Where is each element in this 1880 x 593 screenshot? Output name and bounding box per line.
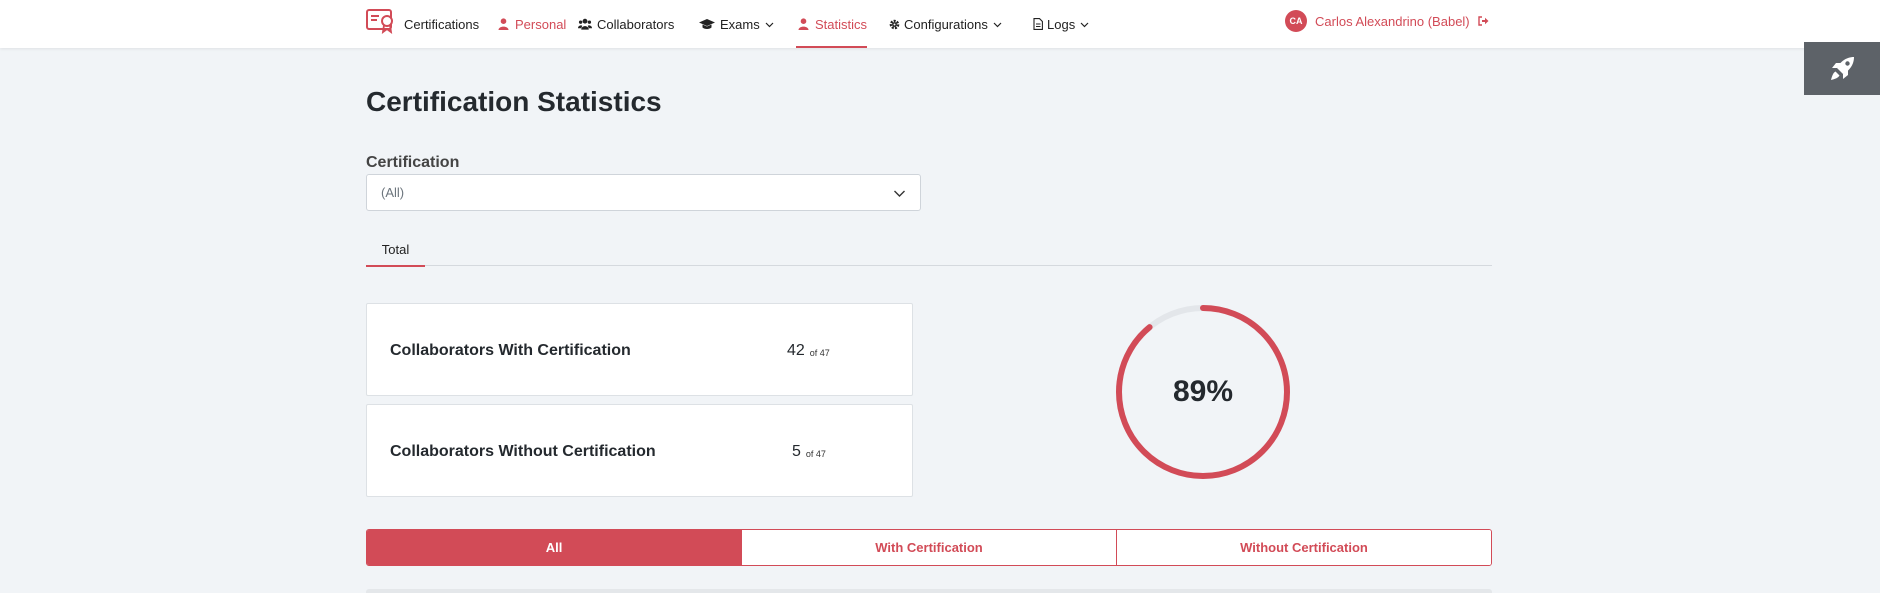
user-icon [496,17,510,31]
nav-label: Personal [515,16,567,32]
graduation-cap-icon [699,17,715,31]
stat-value: 5 of 47 [792,405,922,498]
chevron-down-icon [765,20,774,29]
nav-exams[interactable]: Exams [699,0,774,48]
nav-label: Exams [720,16,760,32]
nav-logs[interactable]: Logs [1032,0,1089,48]
chevron-down-icon [993,20,1002,29]
tab-total[interactable]: Total [366,233,425,267]
certificate-logo-icon[interactable] [366,8,396,34]
rocket-icon [1831,56,1854,80]
nav-label: Configurations [904,16,988,32]
stat-label: Collaborators Without Certification [390,442,656,460]
user-icon [796,17,810,31]
rocket-button[interactable] [1804,42,1880,95]
filter-without-certification-button[interactable]: Without Certification [1116,530,1491,565]
stat-total: of 47 [805,448,826,459]
tabs: Total [366,233,1492,267]
chevron-down-icon [1080,20,1089,29]
nav-personal[interactable]: Personal [496,0,566,48]
chevron-down-icon [894,190,905,197]
certification-label: Certification [366,154,460,171]
nav-configurations[interactable]: Configurations [888,0,1002,48]
stat-number: 5 [792,442,801,460]
gauge-percent: 89% [1172,375,1234,408]
stat-total: of 47 [809,347,830,358]
certification-select-value: (All) [381,185,405,200]
page-title: Certification Statistics [366,86,662,117]
nav-collaborators[interactable]: Collaborators [578,0,674,48]
nav-label: Certifications [404,16,480,32]
certification-select[interactable]: (All) [366,174,921,211]
stat-card-without-certification: Collaborators Without Certification 5 of… [366,404,913,497]
stat-card-with-certification: Collaborators With Certification 42 of 4… [366,303,913,396]
tab-label: Total [381,242,410,257]
top-navbar: Certifications Personal Collaborators Ex… [0,0,1880,48]
file-icon [1032,17,1043,31]
filter-all-button[interactable]: All [367,530,741,565]
table-header-edge [366,589,1492,593]
avatar: CA [1285,10,1307,32]
user-name: Carlos Alexandrino (Babel) [1315,13,1470,29]
user-menu[interactable]: CA Carlos Alexandrino (Babel) [1285,0,1489,42]
stat-number: 42 [787,341,805,359]
gear-icon [888,17,900,31]
nav-label: Collaborators [597,16,675,32]
stat-label: Collaborators With Certification [390,341,631,359]
nav-certifications[interactable]: Certifications [404,0,479,48]
filter-with-certification-button[interactable]: With Certification [741,530,1116,565]
stat-value: 42 of 47 [787,304,917,397]
sign-out-icon[interactable] [1477,16,1489,26]
nav-statistics[interactable]: Statistics [796,0,868,48]
certification-filter: All With Certification Without Certifica… [366,529,1492,566]
users-icon [578,17,592,31]
nav-label: Logs [1047,16,1076,32]
nav-label: Statistics [815,16,868,32]
